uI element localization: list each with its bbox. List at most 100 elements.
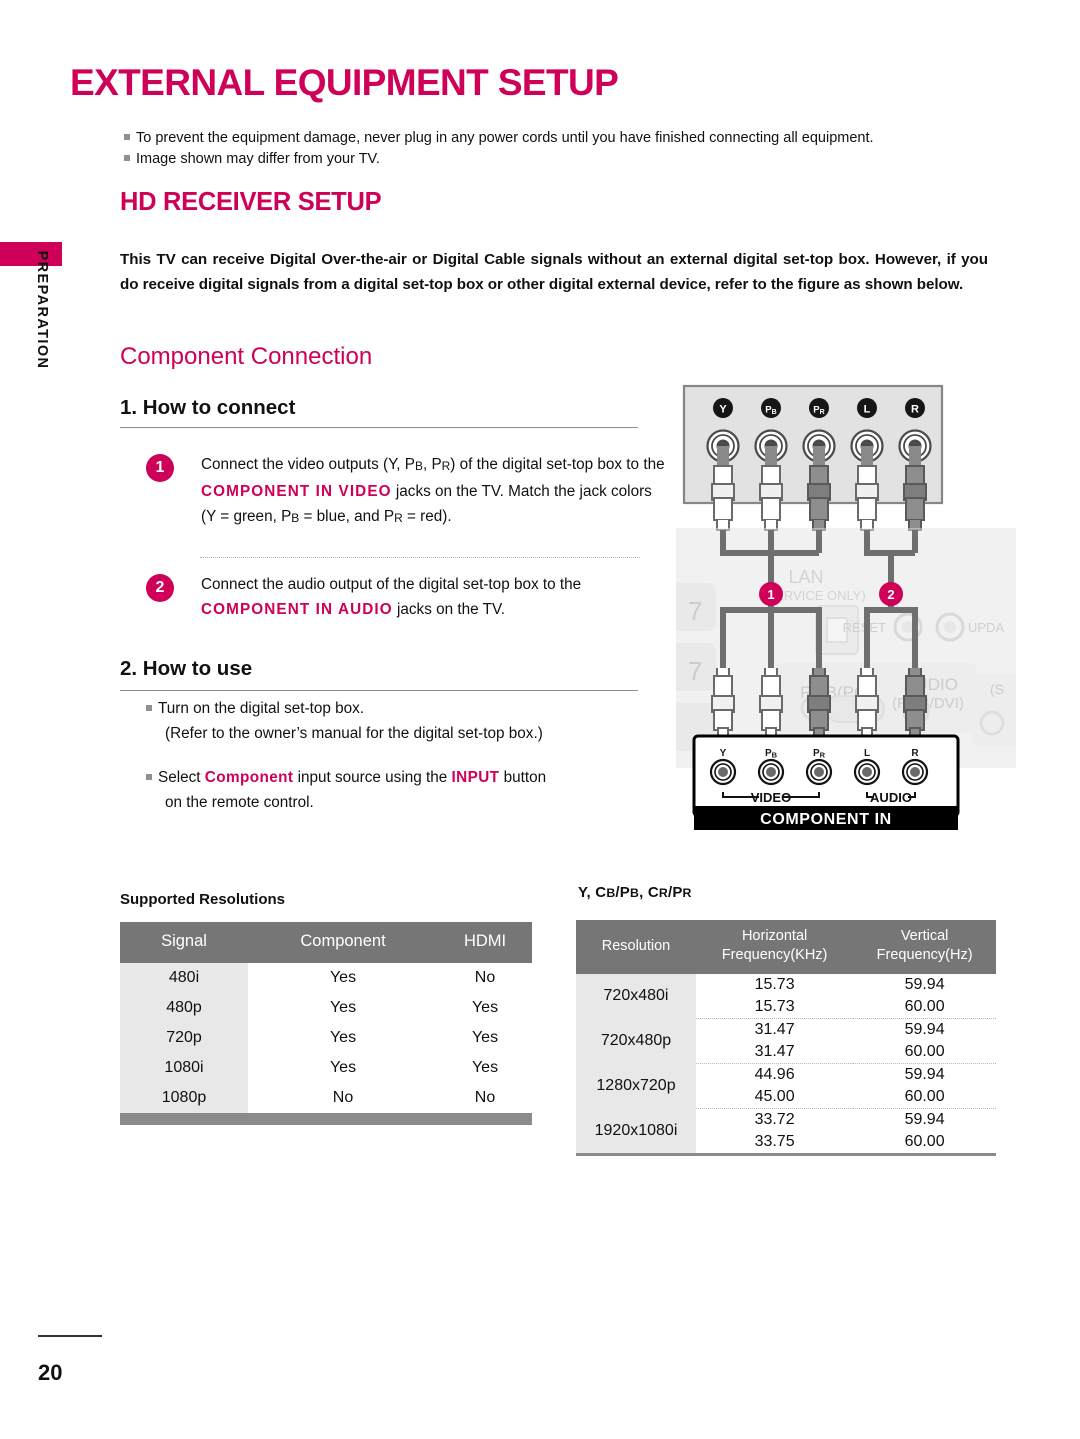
- col-vertical-line2: Frequency(Hz): [876, 947, 973, 963]
- col-hdmi: HDMI: [438, 922, 532, 963]
- cell-hfreq-b: 45.00: [696, 1086, 854, 1109]
- cell-hdmi: No: [474, 1089, 496, 1106]
- cell-vfreq-a: 59.94: [904, 976, 945, 993]
- left-table-caption: Supported Resolutions: [120, 891, 285, 908]
- svg-text:Y: Y: [719, 404, 727, 416]
- keyword-component-in-video: COMPONENT IN VIDEO: [201, 482, 392, 500]
- frequency-table: Resolution Horizontal Frequency(KHz) Ver…: [576, 920, 996, 1156]
- table-row: 1080p No No: [120, 1083, 532, 1113]
- svg-text:VIDEO: VIDEO: [751, 790, 791, 805]
- step-1-text: Connect the video outputs (Y, PB, PR) of…: [201, 452, 666, 531]
- svg-text:7: 7: [688, 596, 702, 626]
- cell-hdmi: Yes: [471, 1059, 499, 1076]
- step-2-text: Connect the audio output of the digital …: [201, 572, 666, 622]
- step-1-post2: = blue, and P: [299, 507, 395, 525]
- use-item-text: Turn on the digital set-top box.: [158, 700, 365, 717]
- keyword-input: INPUT: [451, 769, 500, 786]
- caption-part: , C: [639, 884, 659, 901]
- dotted-divider: [200, 557, 640, 558]
- col-signal: Signal: [120, 922, 248, 963]
- callout-2: 2: [879, 582, 903, 606]
- svg-text:PB: PB: [765, 748, 778, 760]
- subscript-r: R: [441, 458, 451, 473]
- note-text: Image shown may differ from your TV.: [136, 151, 380, 167]
- supported-resolutions-table: Signal Component HDMI 480i Yes No 480p Y…: [120, 922, 532, 1125]
- cell-vfreq-a: 59.94: [904, 1066, 945, 1083]
- cell-vfreq-b: 60.00: [853, 1041, 996, 1064]
- intro-paragraph: This TV can receive Digital Over-the-air…: [120, 251, 988, 293]
- svg-text:AUDIO: AUDIO: [870, 790, 912, 805]
- table-row: 720x480p 31.47 59.94: [576, 1018, 996, 1064]
- cell-vfreq-b: 60.00: [853, 996, 996, 1019]
- page-title: EXTERNAL EQUIPMENT SETUP: [70, 62, 619, 103]
- cell-signal: 480i: [120, 963, 248, 993]
- use-item-b: input source using the: [293, 769, 452, 786]
- svg-text:COMPONENT IN: COMPONENT IN: [760, 811, 892, 828]
- use-item-a: Select: [158, 769, 205, 786]
- use-item-line2: on the remote control.: [165, 794, 314, 811]
- subscript-r: R: [394, 510, 403, 525]
- col-vertical-line1: Vertical: [900, 928, 949, 944]
- cell-hfreq-a: 33.72: [754, 1111, 795, 1128]
- subscript-b: B: [415, 458, 423, 473]
- use-item: Select Component input source using the …: [146, 765, 666, 815]
- table-footer-rule: [120, 1113, 532, 1125]
- note-item: To prevent the equipment damage, never p…: [124, 128, 1004, 149]
- note-item: Image shown may differ from your TV.: [124, 149, 1004, 170]
- table-row: 480p Yes Yes: [120, 993, 532, 1023]
- cell-hfreq-a: 44.96: [754, 1066, 795, 1083]
- svg-text:R: R: [911, 404, 919, 416]
- cell-vfreq-a: 59.94: [904, 1111, 945, 1128]
- table-row: 720p Yes Yes: [120, 1023, 532, 1053]
- page-number: 20: [38, 1360, 63, 1385]
- col-horizontal-line1: Horizontal: [741, 928, 808, 944]
- cell-component: Yes: [329, 1029, 357, 1046]
- cell-resolution: 720x480p: [576, 1018, 696, 1064]
- cell-resolution: 720x480i: [576, 974, 696, 1019]
- svg-text:PR: PR: [813, 748, 826, 760]
- table-header-row: Signal Component HDMI: [120, 922, 532, 963]
- cell-resolution: 1920x1080i: [576, 1108, 696, 1153]
- table-row: 480i Yes No: [120, 963, 532, 993]
- svg-text:L: L: [864, 748, 870, 759]
- svg-text:Y: Y: [720, 748, 727, 759]
- svg-text:R: R: [911, 748, 919, 759]
- callout-1: 1: [759, 582, 783, 606]
- how-to-use-heading: 2. How to use: [120, 657, 253, 680]
- col-component: Component: [248, 922, 439, 963]
- use-item-c: button: [499, 769, 547, 786]
- use-item: Turn on the digital set-top box. (Refer …: [146, 696, 666, 746]
- svg-text:7: 7: [688, 656, 702, 686]
- col-horizontal-frequency: Horizontal Frequency(KHz): [696, 920, 854, 974]
- col-vertical-frequency: Vertical Frequency(Hz): [853, 920, 996, 974]
- cell-signal: 1080i: [120, 1053, 248, 1083]
- cell-hdmi: No: [474, 969, 496, 986]
- keyword-component: Component: [204, 769, 294, 786]
- step-2-pre: Connect the audio output of the digital …: [201, 576, 582, 593]
- cell-component: Yes: [329, 1059, 357, 1076]
- note-text: To prevent the equipment damage, never p…: [136, 130, 874, 146]
- component-in-panel: Y PB PR L R VIDEO AUDIO COMPONENT IN: [692, 734, 960, 830]
- caption-sub: R: [658, 886, 668, 900]
- section-title: HD RECEIVER SETUP: [120, 188, 382, 216]
- cell-signal: 720p: [120, 1023, 248, 1053]
- step-number-badge: 1: [146, 454, 174, 482]
- step-1: 1 Connect the video outputs (Y, PB, PR) …: [146, 452, 666, 531]
- divider: [120, 427, 638, 428]
- step-2-post: jacks on the TV.: [392, 601, 505, 618]
- col-horizontal-line2: Frequency(KHz): [721, 947, 828, 963]
- right-table-caption: Y, CB/PB, CR/PR: [578, 884, 692, 901]
- bullet-square-icon: [124, 155, 130, 161]
- component-connection-diagram: Y PB PR L R 7 7 LAN (SERVICE ONLY) RESET…: [676, 378, 1016, 838]
- table-row: 720x480i 15.73 59.94: [576, 974, 996, 1019]
- caption-sub: R: [682, 886, 692, 900]
- bullet-square-icon: [146, 774, 152, 780]
- cell-component: Yes: [329, 999, 357, 1016]
- table-row: 1920x1080i 33.72 59.94: [576, 1108, 996, 1153]
- bullet-square-icon: [146, 705, 152, 711]
- footer-divider: [38, 1335, 102, 1337]
- cell-hfreq-a: 31.47: [754, 1021, 795, 1038]
- cell-vfreq-b: 60.00: [853, 1086, 996, 1109]
- cell-hfreq-b: 33.75: [754, 1133, 795, 1150]
